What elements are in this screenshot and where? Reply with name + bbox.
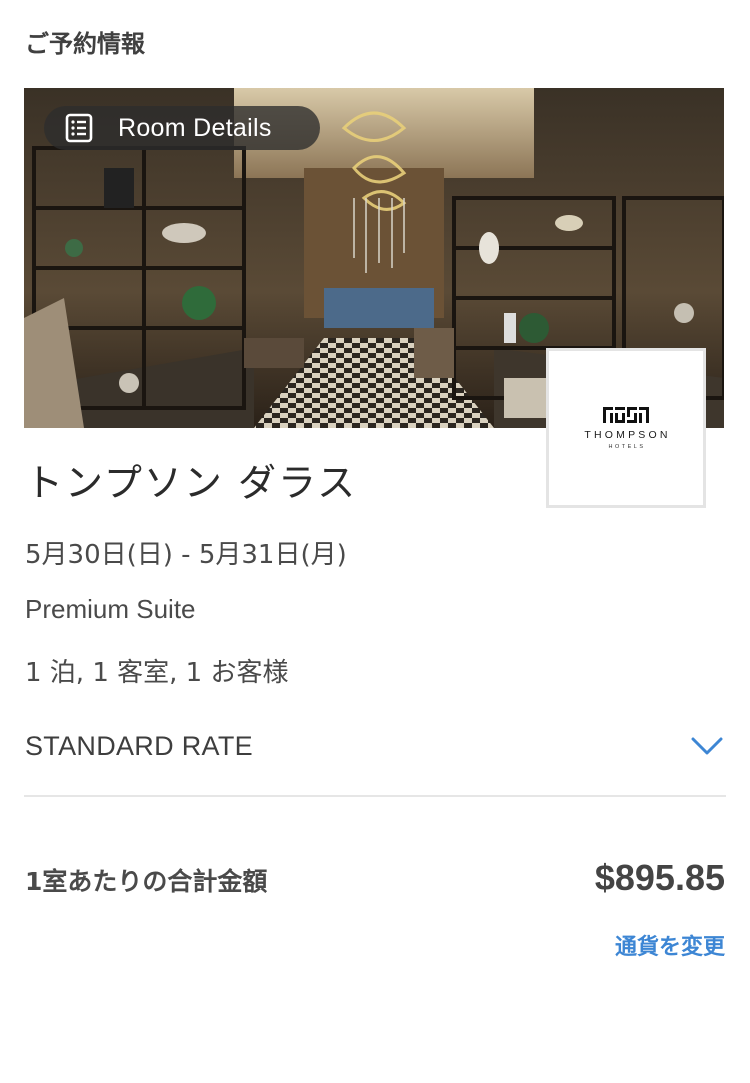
room-details-button[interactable]: Room Details [44, 106, 320, 150]
hotel-brand-logo: THOMPSON HOTELS [546, 348, 706, 508]
rate-selector[interactable]: STANDARD RATE [25, 724, 725, 768]
total-amount: $895.85 [594, 857, 725, 898]
logo-sub: HOTELS [608, 443, 646, 450]
room-type: Premium Suite [25, 594, 196, 624]
section-title: ご予約情報 [25, 30, 145, 58]
stay-summary: 1 泊, 1 客室, 1 お客様 [25, 658, 289, 688]
list-document-icon [65, 113, 93, 143]
chevron-down-icon[interactable] [691, 736, 723, 756]
divider [24, 795, 726, 797]
hotel-name: トンプソン ダラス [25, 461, 358, 505]
room-details-label: Room Details [118, 113, 272, 142]
rate-label: STANDARD RATE [25, 730, 253, 761]
total-label: 1室あたりの合計金額 [25, 867, 268, 896]
logo-name: THOMPSON [584, 428, 671, 441]
stay-dates: 5月30日(日) - 5月31日(月) [25, 540, 347, 570]
thompson-logo-mark [603, 406, 649, 423]
change-currency-link[interactable]: 通貨を変更 [615, 929, 725, 961]
